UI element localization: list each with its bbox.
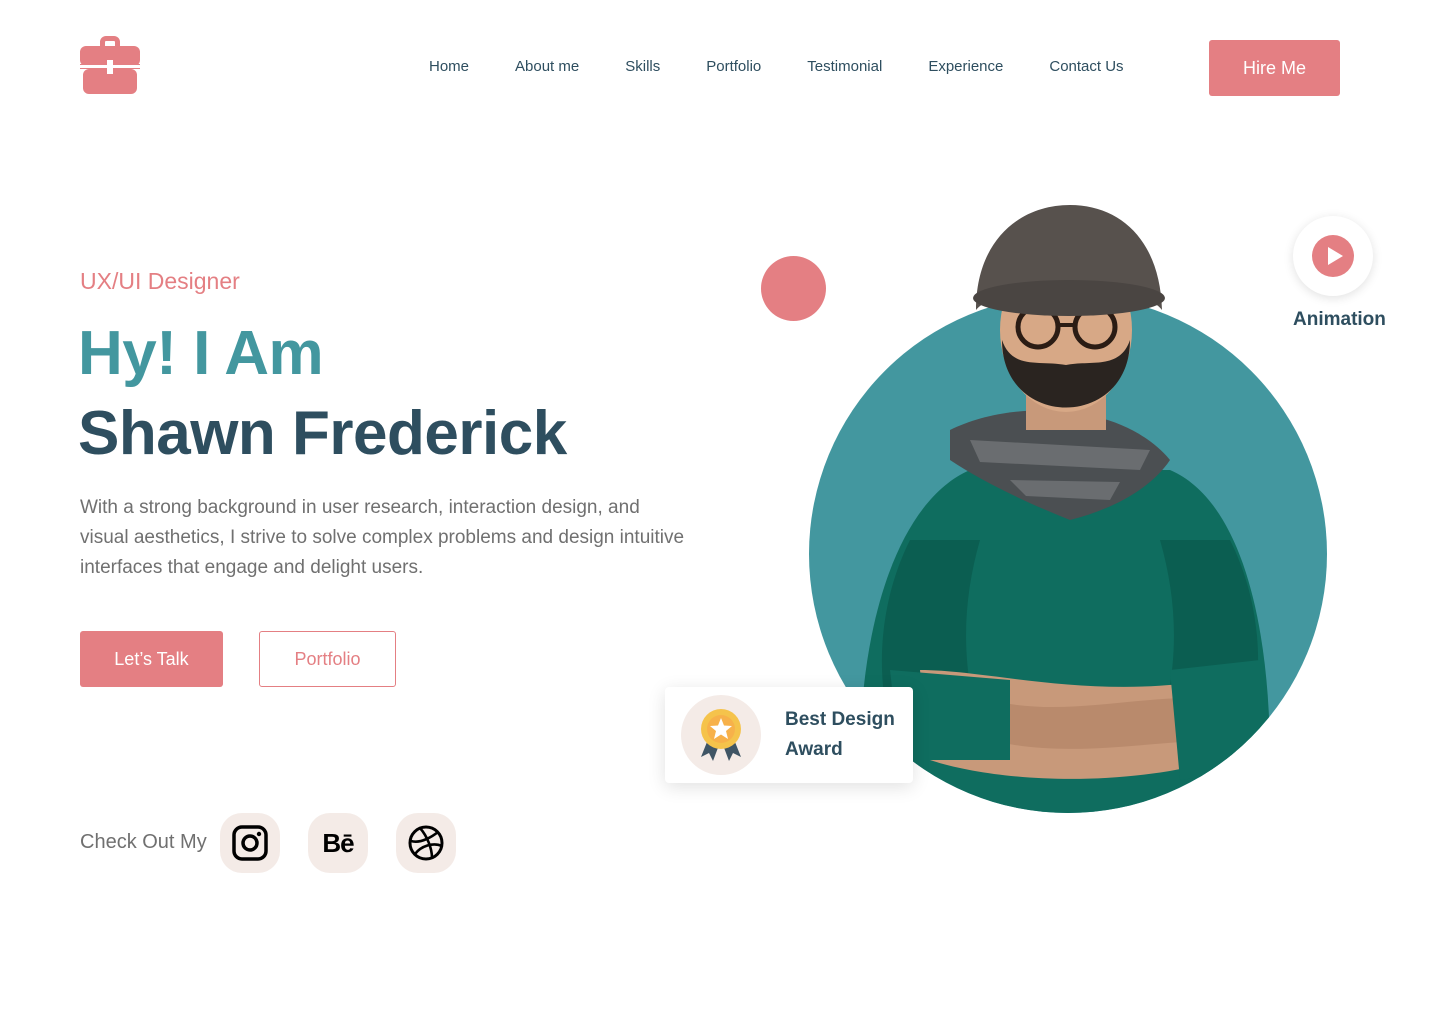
hire-me-button[interactable]: Hire Me	[1209, 40, 1340, 96]
nav-item-testimonial[interactable]: Testimonial	[807, 58, 882, 75]
nav-item-contact[interactable]: Contact Us	[1049, 58, 1123, 75]
name-heading: Shawn Frederick	[78, 399, 567, 468]
award-icon-wrap	[681, 695, 761, 775]
nav-item-portfolio[interactable]: Portfolio	[706, 58, 761, 75]
dribbble-icon	[408, 825, 444, 861]
award-title-line1: Best Design	[785, 709, 895, 730]
animation-label: Animation	[1293, 309, 1386, 330]
portfolio-button[interactable]: Portfolio	[259, 631, 396, 687]
play-icon	[1312, 235, 1354, 277]
instagram-icon	[232, 825, 268, 861]
medal-icon	[701, 709, 741, 761]
nav-item-about[interactable]: About me	[515, 58, 579, 75]
role-subtitle: UX/UI Designer	[80, 268, 240, 294]
behance-link[interactable]: Bē	[308, 813, 368, 873]
hero-description: With a strong background in user researc…	[80, 497, 685, 578]
dribbble-link[interactable]	[396, 813, 456, 873]
award-text: Best Design Award	[785, 705, 905, 765]
behance-icon: Bē	[322, 827, 354, 858]
nav-item-skills[interactable]: Skills	[625, 58, 660, 75]
instagram-link[interactable]	[220, 813, 280, 873]
nav-item-experience[interactable]: Experience	[928, 58, 1003, 75]
award-card: Best Design Award	[665, 687, 913, 783]
animation-play-button[interactable]	[1293, 216, 1373, 296]
greeting-heading: Hy! I Am	[78, 319, 324, 388]
logo-briefcase-icon[interactable]	[80, 34, 140, 94]
nav-item-home[interactable]: Home	[429, 58, 469, 75]
award-title-line2: Award	[785, 739, 843, 760]
social-label: Check Out My	[80, 831, 207, 853]
main-nav: Home About me Skills Portfolio Testimoni…	[406, 58, 1147, 75]
lets-talk-button[interactable]: Let’s Talk	[80, 631, 223, 687]
